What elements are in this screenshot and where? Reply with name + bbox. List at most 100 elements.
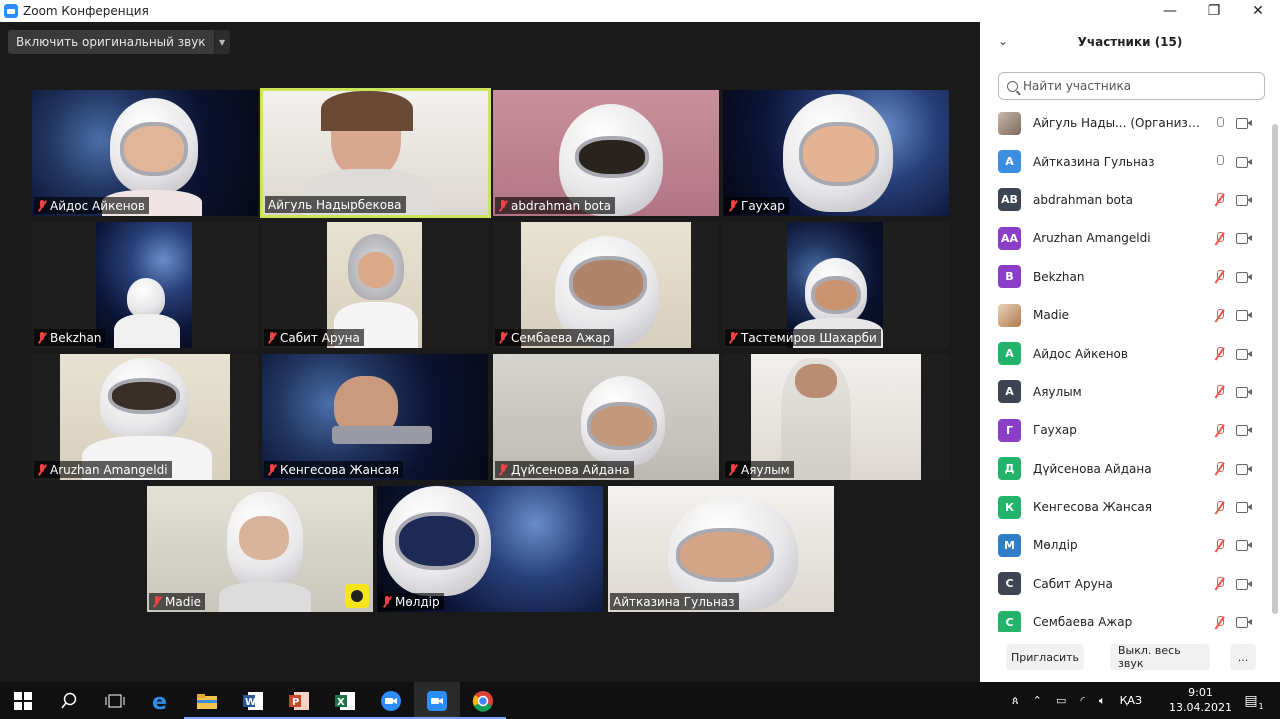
maximize-button[interactable]: ❐ — [1192, 0, 1236, 22]
chevron-down-icon[interactable]: ▼ — [213, 30, 230, 54]
camera-icon[interactable] — [1236, 502, 1252, 514]
video-tile[interactable]: Сабит Аруна — [262, 222, 488, 348]
camera-icon[interactable] — [1236, 118, 1252, 130]
zoom-icon[interactable] — [414, 682, 460, 719]
avatar — [998, 303, 1021, 327]
notification-icon[interactable]: ▤ 1 — [1236, 682, 1266, 719]
camera-icon[interactable] — [1236, 194, 1252, 206]
mic-muted-icon[interactable] — [1214, 231, 1224, 245]
more-options-button[interactable]: ... — [1230, 644, 1256, 670]
avatar: AA — [998, 226, 1021, 250]
mic-muted-icon[interactable] — [1214, 270, 1224, 283]
invite-button[interactable]: Пригласить — [1006, 644, 1084, 670]
mic-muted-icon[interactable] — [1214, 538, 1224, 552]
mute-all-button[interactable]: Выкл. весь звук — [1110, 644, 1210, 670]
excel-icon[interactable]: X — [322, 682, 368, 719]
mic-icon[interactable] — [1214, 155, 1224, 168]
participant-row[interactable]: А Айтказина Гульназ — [980, 142, 1270, 180]
scrollbar[interactable] — [1272, 104, 1278, 632]
camera-icon[interactable] — [1236, 425, 1252, 437]
camera-icon[interactable] — [1236, 348, 1252, 360]
video-tile-active-speaker[interactable]: Айгуль Надырбекова — [260, 88, 491, 218]
volume-icon[interactable]: 🔈︎ — [1099, 694, 1106, 708]
participant-row[interactable]: М Мөлдір — [980, 526, 1270, 564]
camera-icon[interactable] — [1236, 540, 1252, 552]
chrome-icon[interactable] — [460, 682, 506, 719]
participant-search[interactable] — [998, 72, 1265, 100]
avatar: А — [998, 380, 1021, 404]
mic-muted-icon — [37, 331, 47, 344]
participant-row[interactable]: Айгуль Нады... (Организатор, я) — [980, 104, 1270, 142]
participant-name: Сембаева Ажар — [1033, 615, 1133, 630]
camera-icon[interactable] — [1236, 463, 1252, 475]
video-tile[interactable]: Гаухар — [723, 90, 949, 216]
participant-row[interactable]: Madie — [980, 296, 1270, 334]
original-sound-button[interactable]: Включить оригинальный звук ▼ — [8, 30, 230, 54]
video-tile[interactable]: Aruzhan Amangeldi — [32, 354, 258, 480]
video-tile[interactable]: Мөлдір — [377, 486, 603, 612]
video-tile[interactable]: Дүйсенова Айдана — [493, 354, 719, 480]
participant-row[interactable]: С Сембаева Ажар — [980, 603, 1270, 632]
participant-name: Кенгесова Жансая — [1033, 500, 1152, 515]
collapse-icon[interactable]: ⌄ — [998, 34, 1008, 48]
camera-icon[interactable] — [1236, 271, 1252, 283]
taskbar: e W P X ጰ ⌃ ▭ ◜ 🔈︎ ҚАЗ 9:01 13.04.2021 ▤… — [0, 682, 1280, 719]
task-view-icon[interactable] — [92, 682, 138, 719]
participant-row[interactable]: AB abdrahman bota — [980, 181, 1270, 219]
edge-icon[interactable]: e — [138, 682, 184, 719]
participant-name: Тастемиров Шахарби — [741, 330, 877, 345]
participant-row[interactable]: А Аяулым — [980, 373, 1270, 411]
search-input[interactable] — [1023, 79, 1253, 93]
mic-muted-icon[interactable] — [1214, 193, 1224, 206]
video-tile[interactable]: Кенгесова Жансая — [262, 354, 488, 480]
camera-icon[interactable] — [1236, 386, 1252, 398]
video-tile[interactable]: Madie — [147, 486, 373, 612]
video-tile[interactable]: abdrahman bota — [493, 90, 719, 216]
word-icon[interactable]: W — [230, 682, 276, 719]
language-indicator[interactable]: ҚАЗ — [1120, 694, 1142, 707]
mic-icon[interactable] — [1214, 116, 1224, 130]
participant-row[interactable]: К Кенгесова Жансая — [980, 488, 1270, 526]
camera-icon[interactable] — [1236, 233, 1252, 245]
camera-icon[interactable] — [1236, 578, 1252, 590]
participant-row[interactable]: AA Aruzhan Amangeldi — [980, 219, 1270, 257]
mic-muted-icon[interactable] — [1214, 308, 1224, 322]
mic-muted-icon[interactable] — [1214, 462, 1224, 475]
video-tile[interactable]: Bekzhan — [32, 222, 258, 348]
clock[interactable]: 9:01 13.04.2021 — [1169, 685, 1232, 715]
clock-time: 9:01 — [1188, 686, 1213, 699]
wifi-icon[interactable]: ◜ — [1081, 694, 1085, 707]
mic-muted-icon[interactable] — [1214, 500, 1224, 514]
camera-icon[interactable] — [1236, 617, 1252, 629]
video-tile[interactable]: Айтказина Гульназ — [608, 486, 834, 612]
mic-muted-icon[interactable] — [1214, 347, 1224, 360]
video-tile[interactable]: Тастемиров Шахарби — [723, 222, 949, 348]
minimize-button[interactable]: — — [1148, 0, 1192, 22]
video-tile[interactable]: Сембаева Ажар — [493, 222, 719, 348]
close-button[interactable]: ✕ — [1236, 0, 1280, 22]
participant-row[interactable]: С Сабит Аруна — [980, 565, 1270, 603]
powerpoint-icon[interactable]: P — [276, 682, 322, 719]
explorer-icon[interactable] — [184, 682, 230, 719]
mic-muted-icon[interactable] — [1214, 385, 1224, 398]
search-icon — [1007, 80, 1018, 92]
search-icon[interactable] — [46, 682, 92, 719]
camera-icon[interactable] — [1236, 310, 1252, 322]
video-tile[interactable]: Аяулым — [723, 354, 949, 480]
participant-row[interactable]: B Bekzhan — [980, 258, 1270, 296]
mic-muted-icon[interactable] — [1214, 577, 1224, 590]
zoom-meetings-icon[interactable] — [368, 682, 414, 719]
person-icon[interactable]: ጰ — [1012, 694, 1019, 708]
battery-icon[interactable]: ▭ — [1056, 694, 1066, 707]
participant-list: Айгуль Нады... (Организатор, я) А Айтказин… — [980, 104, 1270, 632]
mic-muted-icon[interactable] — [1214, 423, 1224, 437]
original-sound-label[interactable]: Включить оригинальный звук — [8, 30, 214, 54]
camera-icon[interactable] — [1236, 156, 1252, 168]
participant-row[interactable]: А Айдос Айкенов — [980, 334, 1270, 372]
video-tile[interactable]: Айдос Айкенов — [32, 90, 258, 216]
chevron-up-icon[interactable]: ⌃ — [1033, 694, 1042, 707]
participant-row[interactable]: Г Гаухар — [980, 411, 1270, 449]
participant-row[interactable]: Д Дүйсенова Айдана — [980, 450, 1270, 488]
start-icon[interactable] — [0, 682, 46, 719]
mic-muted-icon[interactable] — [1214, 615, 1224, 629]
